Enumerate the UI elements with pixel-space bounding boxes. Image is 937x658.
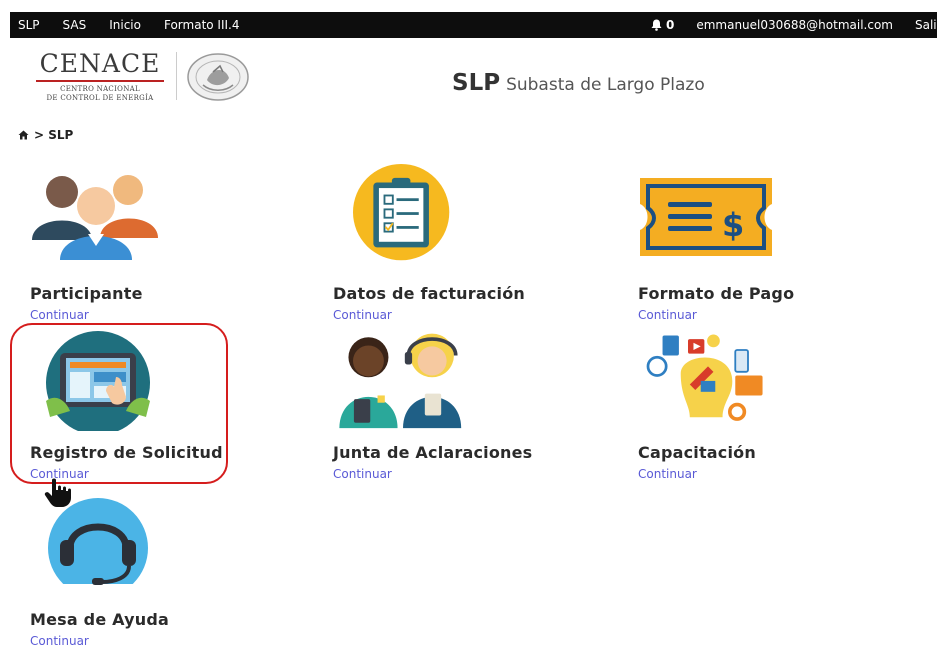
nav-item-formato[interactable]: Formato III.4	[164, 18, 240, 32]
tile-formato-pago[interactable]: $ Formato de Pago Continuar	[638, 174, 898, 334]
ticket-icon: $	[640, 178, 772, 256]
logo-subtitle-1: CENTRO NACIONAL	[60, 85, 140, 93]
bell-icon	[651, 19, 662, 31]
continue-link[interactable]: Continuar	[638, 467, 697, 481]
logo-divider	[176, 52, 177, 100]
tile-datos-facturacion[interactable]: Datos de facturación Continuar	[333, 164, 593, 324]
seal-icon	[187, 53, 249, 101]
clipboard-icon	[353, 164, 450, 261]
logo-rule	[36, 80, 164, 82]
svg-text:$: $	[722, 206, 744, 244]
page-title: SLP Subasta de Largo Plazo	[452, 70, 705, 96]
nav-item-sas[interactable]: SAS	[63, 18, 87, 32]
support-people-icon	[339, 333, 462, 429]
headset-icon	[30, 498, 170, 598]
tile-junta-aclaraciones[interactable]: Junta de Aclaraciones Continuar	[333, 330, 593, 490]
continue-link[interactable]: Continuar	[30, 308, 89, 322]
tile-mesa-ayuda[interactable]: Mesa de Ayuda Continuar	[30, 498, 290, 658]
breadcrumb: > SLP	[18, 128, 73, 142]
tile-title: Participante	[30, 284, 143, 303]
logo-subtitle-2: DE CONTROL DE ENERGÍA	[46, 94, 154, 102]
breadcrumb-current: SLP	[48, 128, 74, 142]
participants-icon	[32, 175, 158, 260]
tile-title: Junta de Aclaraciones	[333, 443, 533, 462]
continue-link[interactable]: Continuar	[333, 308, 392, 322]
nav-item-slp[interactable]: SLP	[18, 18, 40, 32]
user-email-link[interactable]: emmanuel030688@hotmail.com	[696, 18, 893, 32]
breadcrumb-separator: >	[34, 128, 49, 142]
nav-item-inicio[interactable]: Inicio	[109, 18, 141, 32]
notifications-count: 0	[665, 18, 675, 32]
home-icon[interactable]	[18, 130, 29, 140]
tile-title: Mesa de Ayuda	[30, 610, 170, 629]
tile-title: Formato de Pago	[638, 284, 795, 303]
top-navbar: SLP SAS Inicio Formato III.4 0 emmanuel0…	[10, 12, 937, 38]
page-title-full: Subasta de Largo Plazo	[506, 75, 705, 95]
page-title-abbr: SLP	[452, 70, 501, 96]
selection-highlight	[10, 323, 228, 484]
tile-title: Capacitación	[638, 443, 756, 462]
logout-link[interactable]: Salir	[915, 18, 937, 32]
training-icon	[646, 334, 763, 421]
continue-link[interactable]: Continuar	[333, 467, 392, 481]
notifications-button[interactable]: 0	[651, 18, 674, 32]
cenace-logo: CENACE CENTRO NACIONAL DE CONTROL DE ENE…	[30, 50, 255, 104]
tile-title: Datos de facturación	[333, 284, 526, 303]
logo-text: CENACE CENTRO NACIONAL DE CONTROL DE ENE…	[30, 50, 170, 103]
tile-capacitacion[interactable]: Capacitación Continuar	[638, 330, 898, 490]
nav-left: SLP SAS Inicio Formato III.4	[10, 12, 254, 38]
logo-title: CENACE	[39, 49, 161, 78]
continue-link[interactable]: Continuar	[638, 308, 697, 322]
nav-right: 0 emmanuel030688@hotmail.com Salir	[651, 12, 937, 38]
hand-cursor-icon	[44, 478, 71, 507]
tile-participante[interactable]: Participante Continuar	[30, 172, 290, 332]
